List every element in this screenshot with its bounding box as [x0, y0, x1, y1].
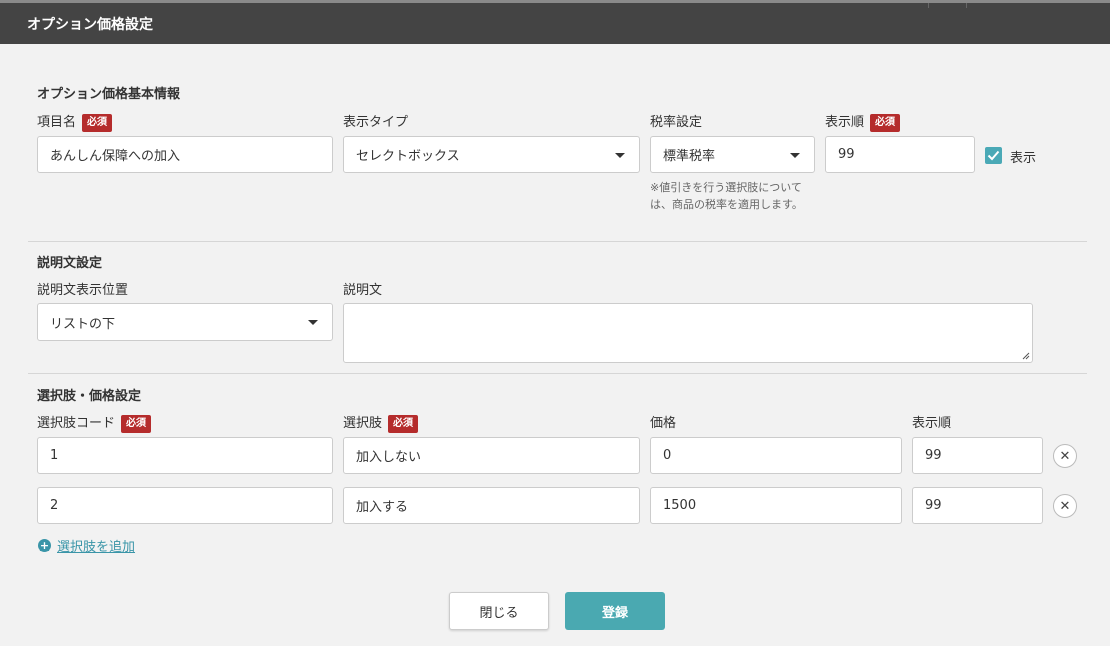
option-code-header: 選択肢コード 必須	[37, 412, 152, 433]
item-name-input[interactable]: あんしん保障への加入	[37, 136, 333, 173]
add-option-link[interactable]: + 選択肢を追加	[38, 536, 135, 555]
tax-select[interactable]: 標準税率	[650, 136, 815, 173]
caret-down-icon	[615, 152, 625, 158]
caret-down-icon	[790, 152, 800, 158]
dialog-header: オプション価格設定	[0, 3, 1110, 44]
visible-label: 表示	[1010, 151, 1037, 166]
description-position-select[interactable]: リストの下	[37, 303, 333, 341]
resize-grip-icon[interactable]	[1020, 350, 1030, 360]
option-order-input[interactable]: 99	[912, 487, 1043, 524]
close-icon: ✕	[1059, 448, 1071, 464]
order-label: 表示順 必須	[825, 111, 901, 132]
required-badge: 必須	[870, 114, 901, 132]
remove-option-button[interactable]: ✕	[1053, 444, 1077, 468]
dialog-title: オプション価格設定	[27, 17, 153, 33]
description-position-label: 説明文表示位置	[37, 283, 129, 298]
option-choice-header: 選択肢 必須	[343, 412, 419, 433]
item-name-label: 項目名 必須	[37, 111, 113, 132]
remove-option-button[interactable]: ✕	[1053, 494, 1077, 518]
option-code-input[interactable]: 2	[37, 487, 333, 524]
header-divider	[966, 3, 967, 8]
visible-checkbox[interactable]	[985, 147, 1002, 164]
option-price-header: 価格	[650, 416, 677, 431]
checkmark-icon	[987, 150, 1000, 161]
section-title-options: 選択肢・価格設定	[37, 389, 142, 404]
display-type-select[interactable]: セレクトボックス	[343, 136, 640, 173]
plus-circle-icon: +	[38, 539, 51, 552]
description-text-label: 説明文	[343, 283, 383, 298]
divider	[28, 241, 1087, 242]
required-badge: 必須	[388, 415, 419, 433]
required-badge: 必須	[121, 415, 152, 433]
submit-button[interactable]: 登録	[565, 592, 665, 630]
required-badge: 必須	[82, 114, 113, 132]
option-choice-input[interactable]: 加入する	[343, 487, 640, 524]
option-code-input[interactable]: 1	[37, 437, 333, 474]
close-button[interactable]: 閉じる	[449, 592, 549, 630]
tax-note: ※値引きを行う選択肢については、商品の税率を適用します。	[650, 181, 803, 211]
display-type-label: 表示タイプ	[343, 115, 409, 130]
section-title-basic: オプション価格基本情報	[37, 87, 181, 102]
divider	[28, 373, 1087, 374]
caret-down-icon	[308, 320, 318, 325]
section-title-description: 説明文設定	[37, 256, 103, 271]
option-order-header: 表示順	[912, 416, 952, 431]
header-divider	[928, 3, 929, 8]
close-icon: ✕	[1059, 498, 1071, 514]
option-price-input[interactable]: 1500	[650, 487, 902, 524]
option-order-input[interactable]: 99	[912, 437, 1043, 474]
option-price-input[interactable]: 0	[650, 437, 902, 474]
tax-label: 税率設定	[650, 115, 703, 130]
order-input[interactable]: 99	[825, 136, 975, 173]
description-textarea[interactable]	[343, 303, 1033, 363]
option-choice-input[interactable]: 加入しない	[343, 437, 640, 474]
